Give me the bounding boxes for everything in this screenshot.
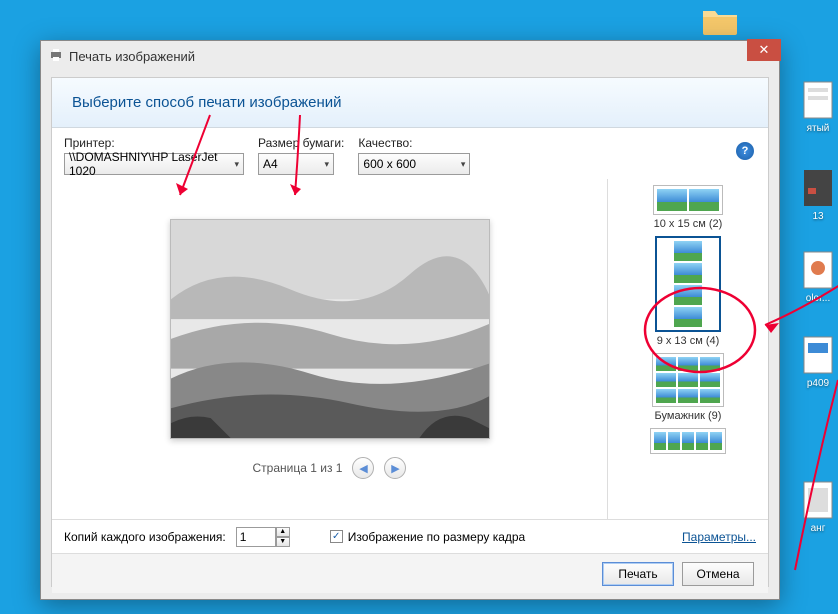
desktop-file-5[interactable]: анг [788,480,838,534]
dialog-body: Выберите способ печати изображений Принт… [51,77,769,587]
options-row: Принтер: \\DOMASHNIY\HP LaserJet 1020 ▾ … [52,128,768,179]
page-navigation: Страница 1 из 1 ◀ ▶ [253,457,407,479]
copies-label: Копий каждого изображения: [64,530,226,544]
fit-frame-checkbox-wrap: ✓ Изображение по размеру кадра [330,530,525,544]
print-button[interactable]: Печать [602,562,674,586]
print-title-icon [49,48,63,65]
desktop-file-1[interactable]: ятый [788,80,838,134]
main-area: Страница 1 из 1 ◀ ▶ 10 x 15 см (2) 9 x 13… [52,179,768,519]
preview-pane: Страница 1 из 1 ◀ ▶ [52,179,608,519]
paper-label: Размер бумаги: [258,136,344,150]
desktop-file-4[interactable]: p409 [788,335,838,389]
layout-thumb [652,353,724,407]
dialog-header: Выберите способ печати изображений [52,78,768,128]
desktop-folder-icon[interactable] [690,5,750,40]
chevron-down-icon: ▾ [234,159,239,170]
triangle-right-icon: ▶ [391,462,399,475]
fit-frame-label: Изображение по размеру кадра [348,530,525,544]
layout-thumb [655,236,721,332]
layout-option-0[interactable]: 10 x 15 см (2) [633,183,743,232]
printer-label: Принтер: [64,136,244,150]
printer-dropdown[interactable]: \\DOMASHNIY\HP LaserJet 1020 ▾ [64,153,244,175]
layout-option-3[interactable] [633,426,743,456]
copies-up-button[interactable]: ▲ [276,527,290,537]
paper-size-dropdown[interactable]: A4 ▾ [258,153,334,175]
chevron-down-icon: ▾ [461,159,466,170]
copies-down-button[interactable]: ▼ [276,537,290,547]
layout-thumb [653,185,723,215]
prev-page-button[interactable]: ◀ [352,457,374,479]
layout-label: 9 x 13 см (4) [657,335,720,347]
desktop-file-3[interactable]: olor... [788,250,838,304]
fit-frame-checkbox[interactable]: ✓ [330,530,343,543]
close-button[interactable]: ✕ [747,39,781,61]
layout-option-1[interactable]: 9 x 13 см (4) [633,234,743,349]
desktop-label: 13 [788,211,838,222]
desktop-label: ятый [788,123,838,134]
bottom-bar: Копий каждого изображения: ▲ ▼ ✓ Изображ… [52,519,768,553]
paper-value: A4 [263,157,278,171]
copies-spinner: ▲ ▼ [236,527,290,547]
next-page-button[interactable]: ▶ [384,457,406,479]
parameters-link[interactable]: Параметры... [682,530,756,544]
help-icon: ? [742,145,749,157]
layouts-pane[interactable]: 10 x 15 см (2) 9 x 13 см (4) Бумажник (9) [608,179,768,519]
titlebar: Печать изображений ✕ [41,41,779,71]
preview-image [170,219,490,439]
desktop-file-2[interactable]: 13 [788,168,838,222]
cancel-button[interactable]: Отмена [682,562,754,586]
quality-dropdown[interactable]: 600 x 600 ▾ [358,153,470,175]
help-button[interactable]: ? [736,142,754,160]
action-bar: Печать Отмена [52,553,768,593]
desktop-label: анг [788,523,838,534]
desktop-label: olor... [788,293,838,304]
layout-label: Бумажник (9) [655,410,722,422]
printer-value: \\DOMASHNIY\HP LaserJet 1020 [69,150,230,178]
quality-label: Качество: [358,136,470,150]
layout-thumb [650,428,726,454]
print-dialog: Печать изображений ✕ Выберите способ печ… [40,40,780,600]
quality-value: 600 x 600 [363,157,416,171]
copies-input[interactable] [236,527,276,547]
page-status: Страница 1 из 1 [253,461,343,475]
desktop-label: p409 [788,378,838,389]
dialog-title: Печать изображений [69,49,195,64]
chevron-down-icon: ▾ [324,159,329,170]
check-icon: ✓ [332,531,340,542]
layout-label: 10 x 15 см (2) [654,218,723,230]
layout-option-2[interactable]: Бумажник (9) [633,351,743,424]
close-icon: ✕ [759,42,770,58]
triangle-left-icon: ◀ [359,462,367,475]
